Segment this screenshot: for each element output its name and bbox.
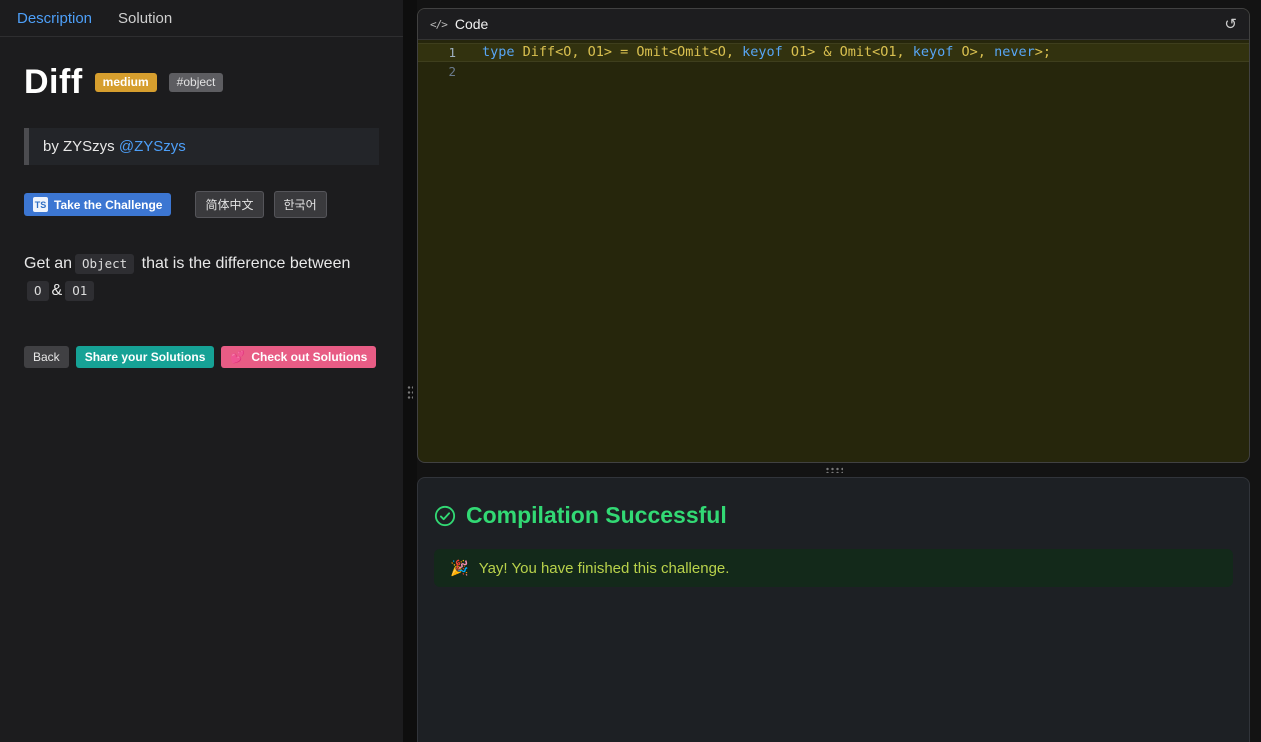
inline-code-object: Object — [75, 254, 134, 274]
party-popper-icon: 🎉 — [450, 559, 469, 577]
left-content: Diff medium #object by ZYSzys @ZYSzys TS… — [0, 37, 403, 368]
right-column: </> Code ↺ 1 type Diff<O, O1> = Omit<Omit… — [417, 0, 1261, 742]
description-amp: & — [52, 282, 63, 299]
title-row: Diff medium #object — [24, 63, 379, 102]
horizontal-splitter[interactable] — [417, 463, 1250, 477]
compilation-status-title: Compilation Successful — [466, 502, 727, 529]
description-panel: Description Solution Diff medium #object… — [0, 0, 403, 742]
challenge-description: Get anObject that is the difference betw… — [24, 250, 379, 304]
code-panel-title: Code — [455, 16, 488, 32]
tab-description[interactable]: Description — [17, 10, 92, 27]
share-solutions-button[interactable]: Share your Solutions — [76, 346, 215, 368]
code-lines: 1 type Diff<O, O1> = Omit<Omit<O, keyof O… — [418, 43, 1249, 81]
author-blockquote: by ZYSzys @ZYSzys — [24, 128, 379, 165]
author-text: by ZYSzys — [43, 138, 119, 155]
inline-code-o: O — [27, 281, 49, 301]
code-line[interactable]: 2 — [418, 62, 1249, 81]
code-editor[interactable]: 1 type Diff<O, O1> = Omit<Omit<O, keyof O… — [418, 40, 1249, 462]
code-panel: </> Code ↺ 1 type Diff<O, O1> = Omit<Omit… — [417, 8, 1250, 463]
take-challenge-button[interactable]: TS Take the Challenge — [24, 193, 171, 216]
checkout-solutions-label: Check out Solutions — [251, 350, 367, 364]
success-message-text: Yay! You have finished this challenge. — [479, 560, 730, 577]
description-text-1: Get an — [24, 255, 72, 272]
checkout-solutions-button[interactable]: 💕 Check out Solutions — [221, 346, 376, 368]
tab-solution[interactable]: Solution — [118, 10, 172, 27]
typescript-icon: TS — [33, 197, 48, 212]
difficulty-badge: medium — [95, 73, 157, 92]
lang-button-ko[interactable]: 한국어 — [274, 191, 327, 218]
code-panel-header: </> Code ↺ — [418, 9, 1249, 40]
line-number: 1 — [418, 43, 456, 62]
actions-row: TS Take the Challenge 简体中文 한국어 — [24, 191, 379, 218]
vertical-splitter[interactable] — [403, 0, 417, 742]
left-tabbar: Description Solution — [0, 0, 403, 37]
compilation-status: Compilation Successful — [434, 502, 1233, 529]
check-circle-icon — [434, 505, 456, 527]
output-panel: Compilation Successful 🎉 Yay! You have f… — [417, 477, 1250, 742]
line-content: type Diff<O, O1> = Omit<Omit<O, keyof O1… — [482, 43, 1051, 62]
lang-button-zh[interactable]: 简体中文 — [195, 191, 263, 218]
page-title: Diff — [24, 63, 83, 102]
author-profile-link[interactable]: @ZYSzys — [119, 138, 186, 155]
line-number: 2 — [418, 62, 456, 81]
success-message-box: 🎉 Yay! You have finished this challenge. — [434, 549, 1233, 587]
footer-buttons: Back Share your Solutions 💕 Check out So… — [24, 346, 379, 368]
reset-code-icon[interactable]: ↺ — [1224, 17, 1237, 32]
vertical-splitter-grip[interactable] — [407, 385, 413, 401]
hearts-icon: 💕 — [230, 350, 245, 364]
tag-badge[interactable]: #object — [169, 73, 224, 92]
back-button[interactable]: Back — [24, 346, 69, 368]
take-challenge-label: Take the Challenge — [54, 198, 162, 212]
inline-code-o1: O1 — [65, 281, 94, 301]
horizontal-splitter-grip[interactable] — [825, 467, 843, 473]
code-brackets-icon: </> — [430, 18, 447, 31]
code-line[interactable]: 1 type Diff<O, O1> = Omit<Omit<O, keyof O… — [418, 43, 1249, 62]
description-text-2: that is the difference between — [137, 255, 350, 272]
